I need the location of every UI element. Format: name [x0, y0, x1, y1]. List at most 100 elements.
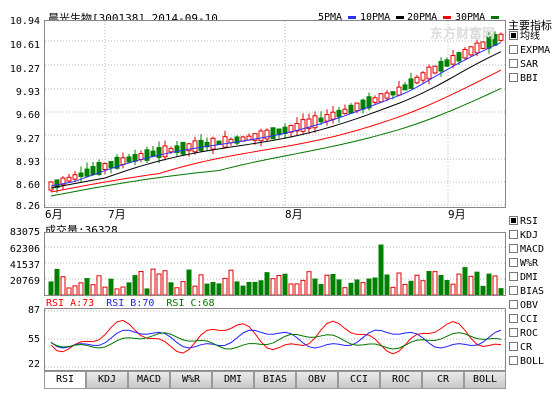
candle-body — [258, 130, 264, 142]
volume-bar — [228, 269, 234, 296]
rsi-chart[interactable] — [44, 308, 506, 371]
indicator-roc-option[interactable]: ROC — [509, 327, 538, 340]
volume-bar — [144, 288, 150, 296]
indicator-rsi-option[interactable]: RSI — [509, 215, 538, 228]
indicator-ma-option[interactable]: 均线 — [509, 30, 540, 43]
candle-body — [108, 161, 114, 169]
indicator-boll-option[interactable]: BOLL — [509, 355, 544, 368]
indicator-expma-option[interactable]: EXPMA — [509, 44, 550, 57]
volume-bar — [378, 244, 384, 296]
tab-cci[interactable]: CCI — [338, 371, 380, 389]
candle-body — [420, 72, 426, 81]
indicator-bbi-option[interactable]: BBI — [509, 72, 538, 85]
volume-bar — [450, 283, 456, 296]
tab-wr[interactable]: W%R — [170, 371, 212, 389]
volume-bar — [246, 281, 252, 296]
checkbox-icon — [509, 229, 518, 239]
price-tick: 9.60 — [15, 110, 40, 121]
price-chart[interactable]: 东方财富网 — [44, 20, 506, 208]
checkbox-icon — [509, 341, 518, 351]
volume-bar — [210, 281, 216, 296]
price-tick: 10.27 — [9, 64, 40, 75]
indicator-bias-option[interactable]: BIAS — [509, 285, 544, 298]
tab-macd[interactable]: MACD — [128, 371, 170, 389]
tab-cr[interactable]: CR — [422, 371, 464, 389]
candle-body — [450, 55, 456, 65]
tab-rsi[interactable]: RSI — [44, 371, 86, 389]
tab-dmi[interactable]: DMI — [212, 371, 254, 389]
volume-bar — [396, 272, 402, 296]
candle-body — [498, 33, 504, 41]
watermark: 东方财富网 — [430, 27, 496, 42]
checkbox-icon — [509, 313, 518, 323]
volume-bar — [168, 282, 174, 296]
volume-bar — [78, 282, 84, 296]
volume-bar — [372, 277, 378, 296]
volume-tick: 20769 — [9, 276, 40, 287]
volume-bar — [150, 268, 156, 296]
indicator-kdj-option[interactable]: KDJ — [509, 229, 538, 242]
price-tick: 9.93 — [15, 87, 40, 98]
candle-body — [150, 150, 156, 157]
candle-body — [462, 49, 468, 59]
checkbox-icon — [509, 30, 518, 40]
tab-roc[interactable]: ROC — [380, 371, 422, 389]
price-tick: 8.93 — [15, 157, 40, 168]
volume-bar — [60, 276, 66, 296]
month-label: 7月 — [108, 208, 126, 221]
indicator-obv-option[interactable]: OBV — [509, 299, 538, 312]
tab-obv[interactable]: OBV — [296, 371, 338, 389]
candle-body — [120, 157, 126, 165]
candle-body — [198, 139, 204, 152]
volume-bar — [444, 279, 450, 296]
checkbox-icon — [509, 327, 518, 337]
volume-tick: 62306 — [9, 244, 40, 255]
indicator-wr-option[interactable]: W%R — [509, 257, 538, 270]
price-tick: 9.27 — [15, 134, 40, 145]
tab-kdj[interactable]: KDJ — [86, 371, 128, 389]
price-tick: 10.61 — [9, 40, 40, 51]
checkbox-icon — [509, 243, 518, 253]
volume-bar — [438, 274, 444, 296]
price-tick: 10.94 — [9, 16, 40, 27]
volume-bar — [498, 288, 504, 296]
rsi-tick: 87 — [27, 305, 40, 316]
volume-bar — [318, 284, 324, 296]
volume-chart[interactable] — [44, 232, 506, 296]
candle-body — [438, 60, 444, 72]
candle-body — [162, 145, 168, 158]
indicator-cr-option[interactable]: CR — [509, 341, 532, 354]
candle-body — [414, 76, 420, 84]
volume-bar — [84, 278, 90, 296]
candle-body — [126, 156, 132, 163]
volume-bar — [222, 277, 228, 296]
volume-bar — [474, 271, 480, 296]
volume-bar — [306, 271, 312, 296]
volume-chart-svg — [45, 244, 505, 296]
volume-bar — [366, 278, 372, 296]
rsi-tick: 55 — [27, 334, 40, 345]
tab-bias[interactable]: BIAS — [254, 371, 296, 389]
checkbox-icon — [509, 271, 518, 281]
volume-bar — [456, 273, 462, 296]
volume-bar — [174, 287, 180, 296]
indicator-sar-option[interactable]: SAR — [509, 58, 538, 71]
candle-body — [378, 93, 384, 103]
volume-bar — [324, 274, 330, 296]
volume-bar — [198, 274, 204, 296]
candle-body — [396, 86, 402, 96]
tab-boll[interactable]: BOLL — [464, 371, 506, 389]
price-tick: 8.60 — [15, 180, 40, 191]
volume-bar — [312, 278, 318, 296]
volume-bar — [414, 274, 420, 296]
indicator-dmi-option[interactable]: DMI — [509, 271, 538, 284]
indicator-tabs: RSI KDJ MACD W%R DMI BIAS OBV CCI ROC CR… — [44, 371, 506, 389]
month-label: 9月 — [448, 208, 466, 221]
volume-bar — [192, 285, 198, 296]
rsi-tick: 22 — [27, 359, 40, 370]
indicator-macd-option[interactable]: MACD — [509, 243, 544, 256]
checkbox-icon — [509, 58, 518, 68]
candle-body — [390, 91, 396, 96]
volume-bar — [468, 275, 474, 296]
indicator-cci-option[interactable]: CCI — [509, 313, 538, 326]
